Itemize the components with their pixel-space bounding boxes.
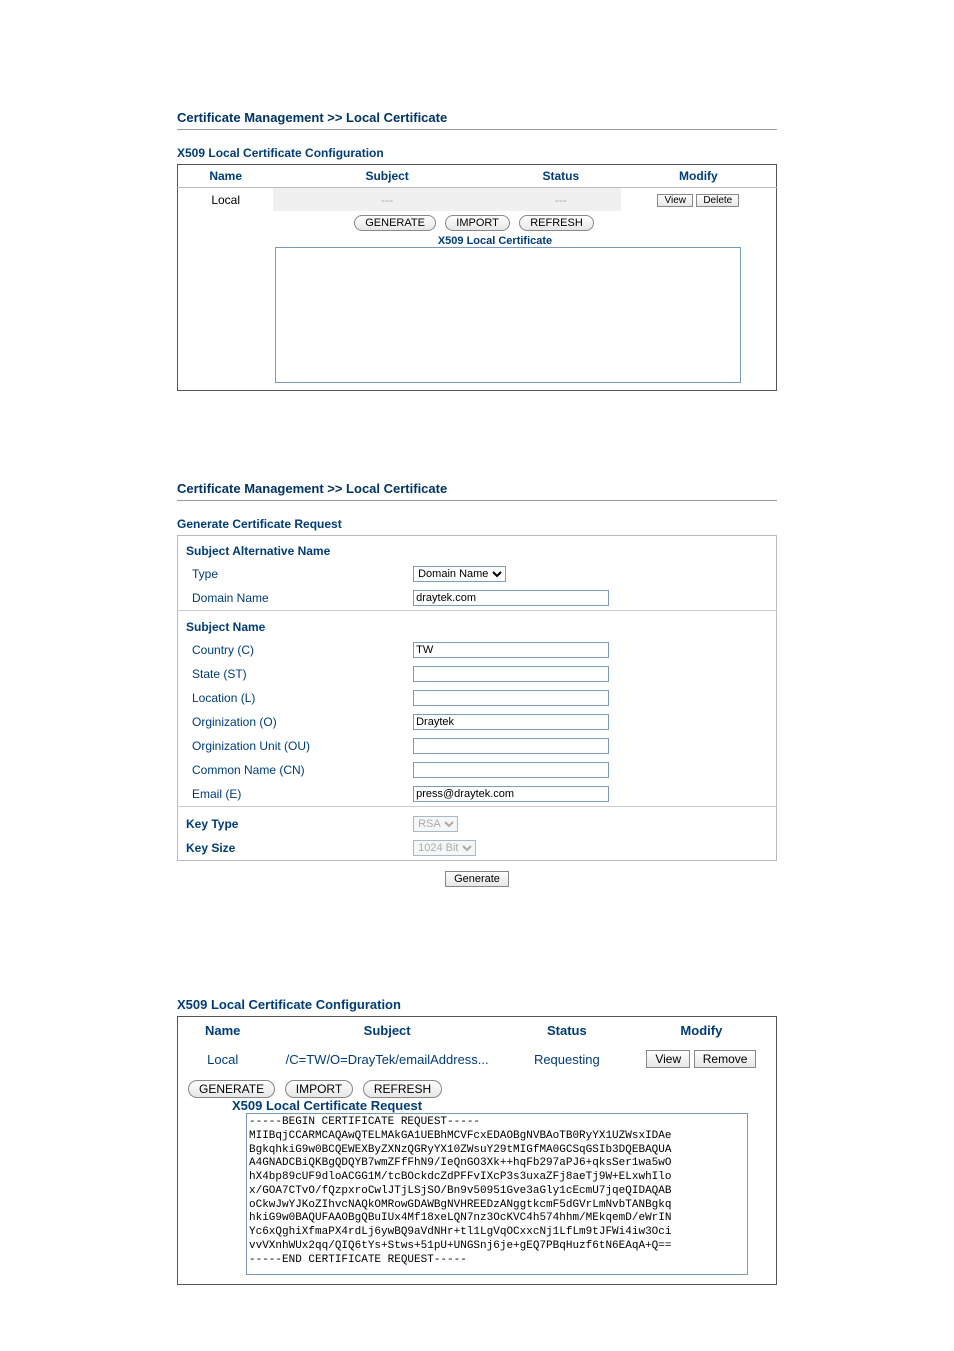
state-label: State (ST) — [178, 662, 406, 686]
cell2-name: Local — [178, 1044, 268, 1074]
domain-input[interactable] — [413, 590, 609, 606]
cert-textarea-empty[interactable] — [275, 247, 741, 383]
state-input[interactable] — [413, 666, 609, 682]
email-label: Email (E) — [178, 782, 406, 807]
generate-cert-form: Subject Alternative Name Type Domain Nam… — [177, 535, 777, 861]
config-heading-2: X509 Local Certificate Configuration — [177, 997, 777, 1012]
generate-button-2[interactable]: GENERATE — [188, 1080, 275, 1098]
col-modify: Modify — [621, 165, 777, 188]
cn-input[interactable] — [413, 762, 609, 778]
ou-label: Orginization Unit (OU) — [178, 734, 406, 758]
cell-subject: --- — [273, 188, 501, 212]
org-input[interactable] — [413, 714, 609, 730]
location-label: Location (L) — [178, 686, 406, 710]
group-subject: Subject Name — [178, 612, 777, 638]
cell2-subject: /C=TW/O=DrayTek/emailAddress... — [267, 1044, 507, 1074]
group-san: Subject Alternative Name — [178, 536, 777, 563]
cell-name: Local — [178, 188, 274, 212]
location-input[interactable] — [413, 690, 609, 706]
local-cert-table-1: Name Subject Status Modify Local --- ---… — [177, 164, 777, 391]
import-button[interactable]: IMPORT — [445, 215, 510, 231]
page-title-1: Certificate Management >> Local Certific… — [177, 110, 777, 125]
refresh-button[interactable]: REFRESH — [519, 215, 594, 231]
email-input[interactable] — [413, 786, 609, 802]
cert-request-textarea[interactable] — [246, 1113, 748, 1275]
generate-button[interactable]: GENERATE — [354, 215, 436, 231]
form-heading: Generate Certificate Request — [177, 517, 777, 531]
type-select[interactable]: Domain Name — [413, 566, 506, 582]
col-subject: Subject — [273, 165, 501, 188]
col2-name: Name — [178, 1017, 268, 1045]
domain-label: Domain Name — [178, 586, 406, 611]
col2-status: Status — [507, 1017, 627, 1045]
key-size-label: Key Size — [178, 836, 406, 861]
cn-label: Common Name (CN) — [178, 758, 406, 782]
col-name: Name — [178, 165, 274, 188]
cell-status: --- — [501, 188, 621, 212]
refresh-button-2[interactable]: REFRESH — [363, 1080, 442, 1098]
ou-input[interactable] — [413, 738, 609, 754]
key-type-label: Key Type — [178, 808, 406, 836]
view-button-2[interactable]: View — [646, 1050, 690, 1068]
generate-submit-button[interactable]: Generate — [445, 871, 509, 887]
col2-modify: Modify — [627, 1017, 777, 1045]
cell-modify: View Delete — [621, 188, 777, 212]
x509-local-cert-req-heading: X509 Local Certificate Request — [188, 1098, 766, 1113]
key-type-select: RSA — [413, 816, 458, 832]
cell2-status: Requesting — [507, 1044, 627, 1074]
col-status: Status — [501, 165, 621, 188]
country-input[interactable] — [413, 642, 609, 658]
delete-button[interactable]: Delete — [696, 194, 739, 207]
import-button-2[interactable]: IMPORT — [285, 1080, 353, 1098]
remove-button[interactable]: Remove — [694, 1050, 757, 1068]
type-label: Type — [178, 562, 406, 586]
col2-subject: Subject — [267, 1017, 507, 1045]
page-title-2: Certificate Management >> Local Certific… — [177, 481, 777, 496]
key-size-select: 1024 Bit — [413, 840, 476, 856]
country-label: Country (C) — [178, 638, 406, 662]
config-heading-1: X509 Local Certificate Configuration — [177, 146, 777, 160]
view-button[interactable]: View — [657, 194, 693, 207]
local-cert-table-2: Name Subject Status Modify Local /C=TW/O… — [177, 1016, 777, 1285]
org-label: Orginization (O) — [178, 710, 406, 734]
x509-local-cert-heading: X509 Local Certificate — [220, 235, 770, 247]
